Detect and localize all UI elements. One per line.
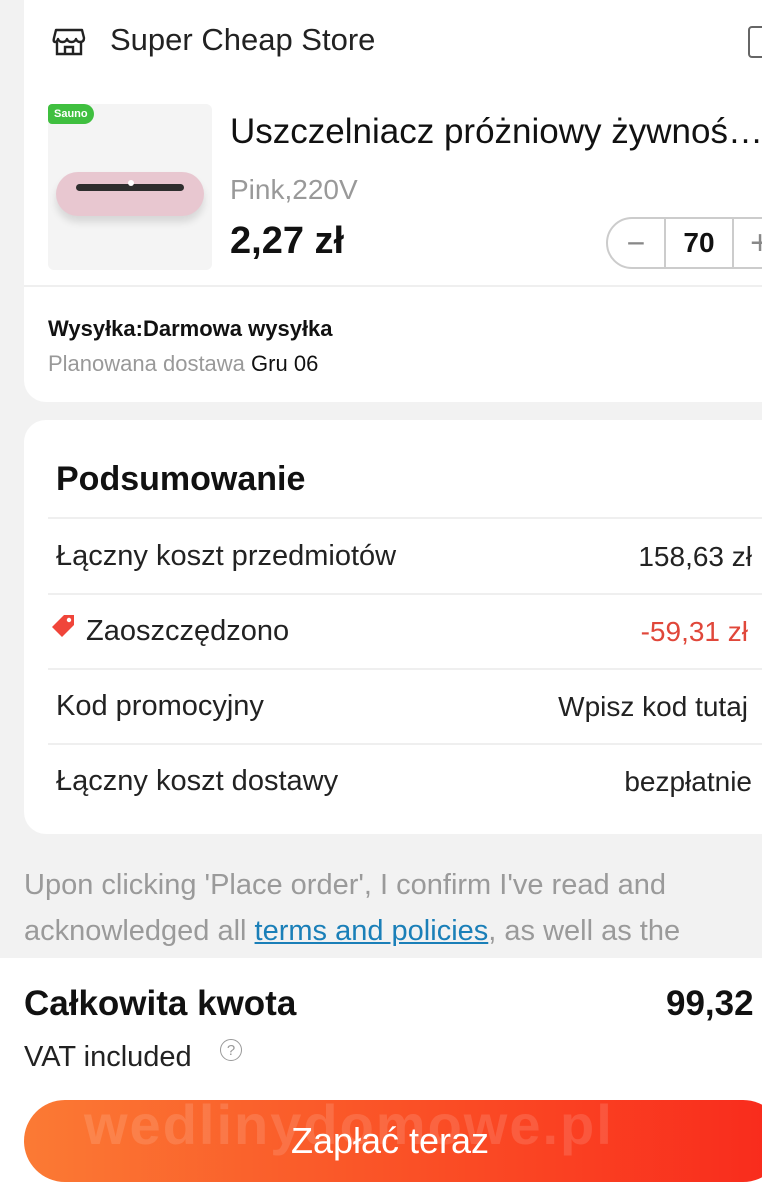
shipping-total-value: bezpłatnie [624,766,752,797]
divider [24,285,762,287]
terms-notice: Upon clicking 'Place order', I confirm I… [24,862,754,954]
choice-badge: Sauno [48,104,94,124]
divider [48,517,762,519]
help-icon[interactable]: ? [220,1039,242,1061]
pay-now-label: Zapłać teraz [290,1120,490,1161]
terms-link[interactable]: terms and policies [255,915,489,947]
vat-label: VAT included [24,1041,192,1073]
decrease-quantity-button[interactable]: − [608,219,664,267]
summary-title: Podsumowanie [56,460,306,498]
terms-notice-text-end: , as well as the [488,915,681,947]
items-total-label: Łączny koszt przedmiotów [56,540,397,572]
store-name[interactable]: Super Cheap Store [110,22,375,58]
items-total-value: 158,63 zł [638,541,752,572]
store-icon [52,28,86,56]
product-thumbnail[interactable] [48,104,212,270]
shipping-total-label: Łączny koszt dostawy [56,765,339,797]
promo-code-label: Kod promocyjny [56,690,264,722]
product-title[interactable]: Uszczelniacz próżniowy żywnoś… [230,112,762,152]
product-variant[interactable]: Pink,220V [230,174,358,206]
divider [48,668,762,670]
product-price: 2,27 zł [230,220,345,262]
store-more-icon[interactable] [748,26,762,58]
pay-now-button[interactable]: wedlinydomowe.pl Zapłać teraz [24,1100,762,1182]
quantity-stepper: − 70 + [606,217,762,269]
vacuum-sealer-image [56,172,204,216]
planned-delivery: Planowana dostawa Gru 06 [48,351,318,377]
delivery-date: Gru 06 [251,351,319,376]
quantity-input[interactable]: 70 [664,219,734,267]
promo-code-input[interactable]: Wpisz kod tutaj [558,691,748,723]
delivery-label: Planowana dostawa [48,351,245,376]
shipping-method: Wysyłka:Darmowa wysyłka [48,316,333,341]
discount-tag-icon [52,615,74,637]
savings-label: Zaoszczędzono [86,615,290,647]
increase-quantity-button[interactable]: + [732,219,762,267]
total-label: Całkowita kwota [24,984,297,1023]
total-value: 99,32 [666,984,754,1023]
savings-value: -59,31 zł [640,616,748,647]
divider [48,743,762,745]
divider [48,593,762,595]
